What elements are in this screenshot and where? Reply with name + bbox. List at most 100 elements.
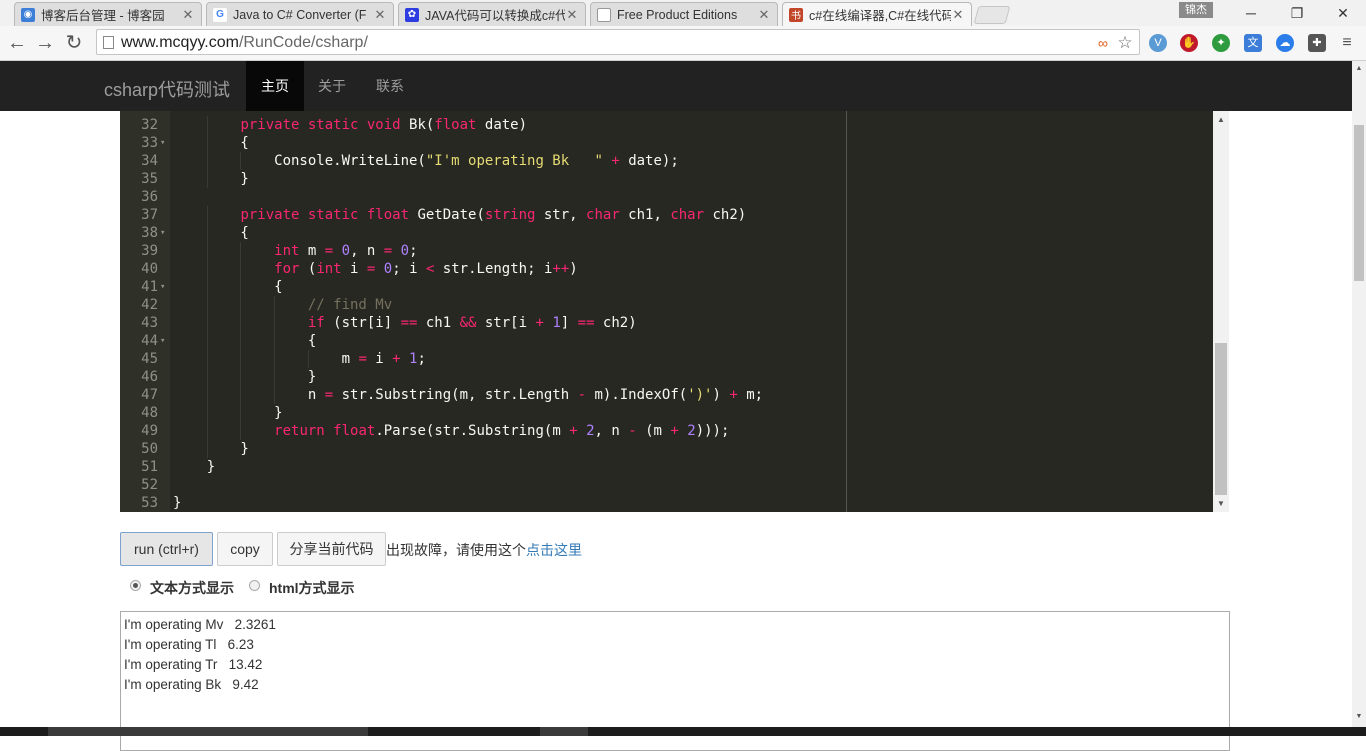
nav-about[interactable]: 关于 [304, 61, 360, 111]
code-token: ch2) [704, 207, 747, 223]
code-token: ch1 [417, 315, 460, 331]
code-line[interactable]: 33 ▾ { [120, 134, 1213, 152]
browser-tab-5[interactable]: 书 c#在线编译器,C#在线代码 ✕ [782, 2, 972, 26]
minimize-button[interactable]: ─ [1228, 0, 1274, 26]
code-line[interactable]: 34 Console.WriteLine("I'm operating Bk "… [120, 152, 1213, 170]
code-line[interactable]: 43 if (str[i] == ch1 && str[i + 1] == ch… [120, 314, 1213, 332]
back-arrow-icon[interactable]: ← [4, 30, 30, 56]
browser-tab-2[interactable]: G Java to C# Converter (F ✕ [206, 2, 394, 26]
html-mode-label[interactable]: html方式显示 [269, 578, 355, 598]
code-line[interactable]: 41 ▾ { [120, 278, 1213, 296]
taskbar-item[interactable] [48, 727, 368, 736]
code-line[interactable]: 47 n = str.Substring(m, str.Length - m).… [120, 386, 1213, 404]
code-line[interactable]: 44 ▾ { [120, 332, 1213, 350]
frog-icon[interactable]: ✦ [1212, 34, 1230, 52]
code-line[interactable]: 40 for (int i = 0; i < str.Length; i++) [120, 260, 1213, 278]
share-code-button[interactable]: 分享当前代码 [277, 532, 386, 566]
run-button[interactable]: run (ctrl+r) [120, 532, 213, 566]
fold-arrow-icon[interactable]: ▾ [160, 278, 170, 296]
v-icon[interactable]: V [1149, 34, 1167, 52]
close-icon[interactable]: ✕ [951, 7, 965, 23]
code-token: ch1, [619, 207, 671, 223]
code-line[interactable]: 46 } [120, 368, 1213, 386]
line-number: 52 [141, 477, 158, 493]
browser-tab-1[interactable]: ◉ 博客后台管理 - 博客园 ✕ [14, 2, 202, 26]
close-icon[interactable]: ✕ [181, 7, 195, 23]
code-line[interactable]: 50 } [120, 440, 1213, 458]
text-mode-radio[interactable] [130, 580, 141, 591]
adblock-icon[interactable]: ✋ [1180, 34, 1198, 52]
infinity-icon[interactable]: ∞ [1095, 35, 1111, 51]
puzzle-icon[interactable]: ✚ [1308, 34, 1326, 52]
editor-scroll-thumb[interactable] [1215, 343, 1227, 495]
code-token: str, [535, 207, 587, 223]
editor-scrollbar[interactable]: ▲ ▼ [1213, 111, 1229, 512]
restore-button[interactable]: ❐ [1274, 0, 1320, 26]
taskbar-item[interactable] [540, 727, 588, 736]
forward-arrow-icon[interactable]: → [32, 30, 58, 56]
scroll-down-arrow-icon[interactable]: ▼ [1213, 497, 1229, 511]
scroll-down-arrow-icon[interactable]: ▼ [1352, 711, 1366, 723]
fold-arrow-icon[interactable]: ▾ [160, 224, 170, 242]
code-line[interactable]: 39 int m = 0, n = 0; [120, 242, 1213, 260]
nav-contact[interactable]: 联系 [362, 61, 418, 111]
scroll-up-arrow-icon[interactable]: ▲ [1213, 113, 1229, 127]
cloud-icon[interactable]: ☁ [1276, 34, 1294, 52]
page-scroll-thumb[interactable] [1354, 125, 1364, 281]
code-line[interactable]: 38 ▾ { [120, 224, 1213, 242]
code-line[interactable]: 53} [120, 494, 1213, 512]
html-mode-radio[interactable] [249, 580, 260, 591]
close-icon[interactable]: ✕ [373, 7, 387, 23]
translate-icon[interactable]: 文 [1244, 34, 1262, 52]
text-mode-label[interactable]: 文本方式显示 [150, 578, 234, 598]
code-line[interactable]: 37 private static float GetDate(string s… [120, 206, 1213, 224]
code-line[interactable]: 49 return float.Parse(str.Substring(m + … [120, 422, 1213, 440]
nav-home[interactable]: 主页 [246, 61, 304, 111]
browser-tab-3[interactable]: ✿ JAVA代码可以转换成c#代 ✕ [398, 2, 586, 26]
profile-badge[interactable]: 锦杰 [1179, 2, 1213, 18]
code-line[interactable]: 52 [120, 476, 1213, 494]
close-window-button[interactable]: ✕ [1320, 0, 1366, 26]
fold-arrow-icon[interactable]: ▾ [160, 134, 170, 152]
menu-icon[interactable]: ≡ [1338, 34, 1356, 52]
tab-title: Java to C# Converter (F [233, 7, 367, 22]
code-line[interactable]: 45 m = i + 1; [120, 350, 1213, 368]
line-number: 34 [141, 153, 158, 169]
browser-tab-4[interactable]: Free Product Editions ✕ [590, 2, 778, 26]
star-icon[interactable]: ☆ [1117, 34, 1133, 51]
code-token: ) [569, 261, 578, 277]
page-scrollbar[interactable]: ▲ ▼ [1352, 61, 1366, 736]
fold-arrow-icon[interactable]: ▾ [160, 332, 170, 350]
click-here-link[interactable]: 点击这里 [526, 542, 582, 558]
close-icon[interactable]: ✕ [565, 7, 579, 23]
code-token: char [586, 207, 620, 223]
site-brand[interactable]: csharp代码测试 [104, 76, 230, 102]
code-token: 0 [341, 243, 351, 259]
output-line: I'm operating Tr 13.42 [124, 657, 263, 672]
code-line[interactable]: 35 } [120, 170, 1213, 188]
new-tab-button[interactable] [973, 6, 1011, 24]
code-text: } [173, 494, 181, 512]
code-token: GetDate( [409, 207, 485, 223]
code-line[interactable]: 42 // find Mv [120, 296, 1213, 314]
code-editor[interactable]: 32 private static void Bk(float date) 33 ▾… [120, 111, 1213, 512]
code-line[interactable]: 51 } [120, 458, 1213, 476]
code-text: private static void Bk(float date) [173, 116, 527, 134]
code-line[interactable]: 48 } [120, 404, 1213, 422]
code-token: for [274, 261, 300, 277]
code-line[interactable]: 32 private static void Bk(float date) [120, 116, 1213, 134]
scroll-up-arrow-icon[interactable]: ▲ [1352, 63, 1366, 75]
close-icon[interactable]: ✕ [757, 7, 771, 23]
code-token: 2 [687, 423, 696, 439]
line-number: 41 [141, 279, 158, 295]
code-token: ; i [392, 261, 426, 277]
reload-icon[interactable]: ↻ [61, 30, 87, 56]
code-line[interactable]: 36 [120, 188, 1213, 206]
copy-button[interactable]: copy [217, 532, 273, 566]
address-input[interactable]: www.mcqyy.com/RunCode/csharp/ ∞ ☆ [96, 29, 1140, 55]
line-number: 46 [141, 369, 158, 385]
line-number: 32 [141, 117, 158, 133]
